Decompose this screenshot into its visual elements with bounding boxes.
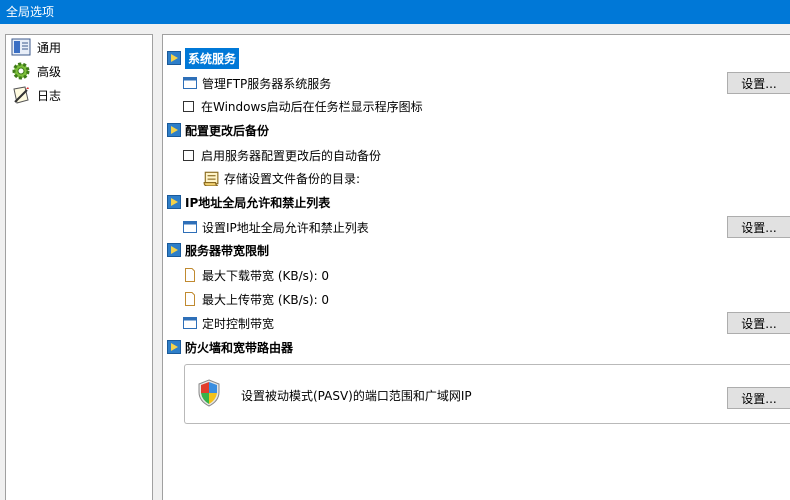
max-download-label[interactable]: 最大下载带宽 (KB/s): 0 <box>202 267 329 284</box>
sidebar-item-label: 高级 <box>37 64 62 79</box>
section-title: 服务器带宽限制 <box>185 243 270 258</box>
auto-backup-label: 启用服务器配置更改后的自动备份 <box>201 148 382 163</box>
scroll-icon <box>203 171 219 186</box>
auto-backup-row: 启用服务器配置更改后的自动备份 <box>183 144 381 166</box>
tray-icon-checkbox[interactable] <box>183 100 194 112</box>
backup-dir-label: 存储设置文件备份的目录: <box>224 171 361 186</box>
expand-icon <box>167 123 181 137</box>
section-header-system[interactable]: 系统服务 <box>167 47 240 69</box>
expand-icon <box>167 51 181 65</box>
section-title: 系统服务 <box>185 47 240 69</box>
section-title: 防火墙和宽带路由器 <box>185 340 294 355</box>
sidebar-item-general[interactable]: 通用 <box>6 35 152 59</box>
expand-icon <box>167 340 181 354</box>
ip-settings-button[interactable]: 设置... <box>727 216 790 238</box>
sidebar: 通用 高级 日志 <box>5 34 153 500</box>
section-header-bandwidth[interactable]: 服务器带宽限制 <box>167 239 269 261</box>
pasv-label: 设置被动模式(PASV)的端口范围和广域网IP <box>241 389 472 403</box>
document-icon <box>185 292 195 306</box>
expand-icon <box>167 243 181 257</box>
window-icon <box>183 317 197 329</box>
window-title: 全局选项 <box>0 0 790 24</box>
ip-list-link[interactable]: 设置IP地址全局允许和禁止列表 <box>202 219 369 236</box>
manage-service-row: 管理FTP服务器系统服务 <box>183 72 331 94</box>
sidebar-item-label: 通用 <box>37 40 62 55</box>
system-settings-button[interactable]: 设置... <box>727 72 790 94</box>
tray-icon-label: 在Windows启动后在任务栏显示程序图标 <box>201 99 423 114</box>
max-download-row: 最大下载带宽 (KB/s): 0 <box>183 264 329 286</box>
backup-dir-row: 存储设置文件备份的目录: <box>203 167 360 189</box>
sidebar-item-label: 日志 <box>37 88 62 103</box>
bandwidth-settings-button[interactable]: 设置... <box>727 312 790 334</box>
expand-icon <box>167 195 181 209</box>
options-panel: 系统服务 管理FTP服务器系统服务 设置... 在Windows启动后在任务栏显… <box>162 34 790 500</box>
firewall-panel: 设置被动模式(PASV)的端口范围和广域网IP <box>184 364 790 424</box>
firewall-settings-button[interactable]: 设置... <box>727 387 790 409</box>
section-title: 配置更改后备份 <box>185 123 270 138</box>
max-upload-row: 最大上传带宽 (KB/s): 0 <box>183 288 329 310</box>
document-icon <box>185 268 195 282</box>
window-icon <box>183 221 197 233</box>
auto-backup-checkbox[interactable] <box>183 149 194 161</box>
sidebar-item-log[interactable]: 日志 <box>6 83 152 107</box>
sidebar-item-advanced[interactable]: 高级 <box>6 59 152 83</box>
window-icon <box>183 77 197 89</box>
ip-list-row: 设置IP地址全局允许和禁止列表 <box>183 216 369 238</box>
gear-icon <box>11 61 31 81</box>
log-icon <box>11 85 31 105</box>
section-header-backup[interactable]: 配置更改后备份 <box>167 119 269 141</box>
general-icon <box>11 37 31 57</box>
section-title: IP地址全局允许和禁止列表 <box>185 195 331 210</box>
scheduled-bandwidth-link[interactable]: 定时控制带宽 <box>202 315 274 332</box>
section-header-ip[interactable]: IP地址全局允许和禁止列表 <box>167 191 330 213</box>
scheduled-bandwidth-row: 定时控制带宽 <box>183 312 274 334</box>
tray-icon-row: 在Windows启动后在任务栏显示程序图标 <box>183 95 423 117</box>
section-header-firewall[interactable]: 防火墙和宽带路由器 <box>167 336 293 358</box>
shield-icon <box>198 379 220 407</box>
manage-service-link[interactable]: 管理FTP服务器系统服务 <box>202 75 331 92</box>
max-upload-label[interactable]: 最大上传带宽 (KB/s): 0 <box>202 291 329 308</box>
